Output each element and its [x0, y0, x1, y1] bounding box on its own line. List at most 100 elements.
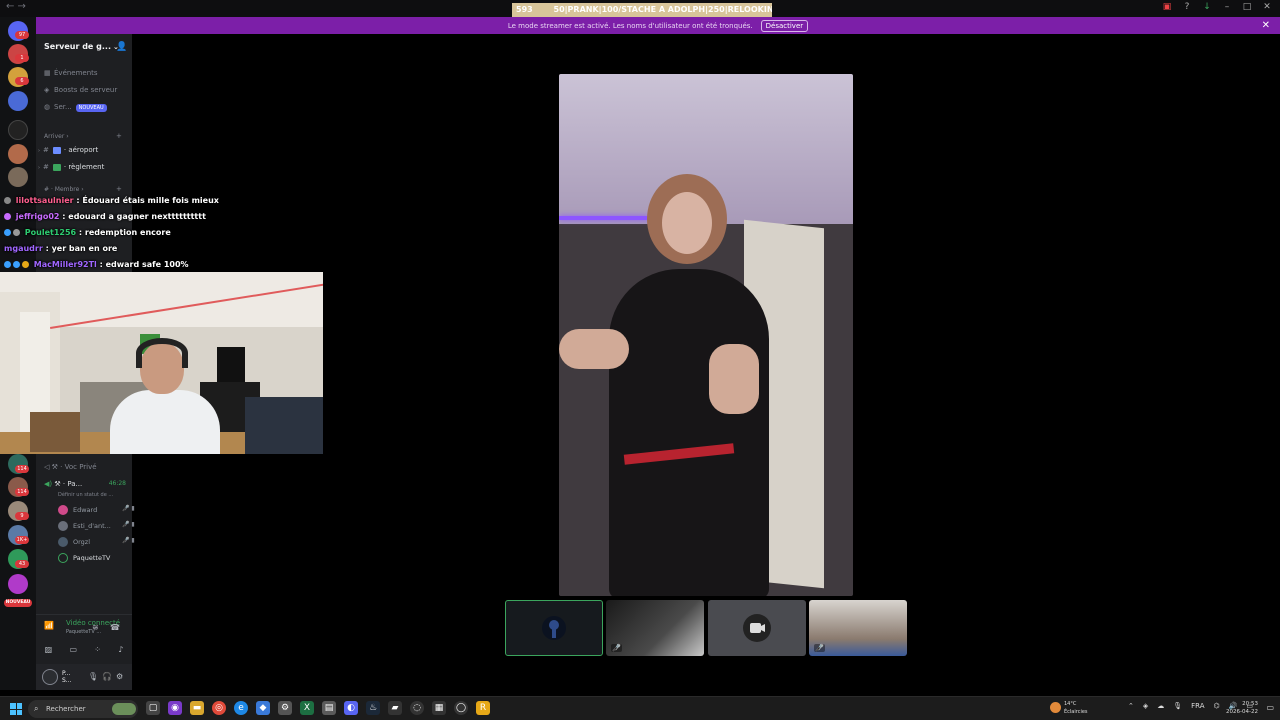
discord-icon[interactable]: ◐ [344, 701, 358, 715]
task-view-icon[interactable]: ▢ [146, 701, 160, 715]
voice-channel[interactable]: ◀) ⚒ · Pa... 46:28 [44, 480, 130, 488]
chat-text: yer ban en ore [51, 244, 118, 253]
close-window-icon[interactable]: ✕ [1262, 2, 1272, 12]
microphone-icon[interactable]: 🎙 [88, 672, 98, 681]
mic-icon[interactable]: 🎙 [1173, 702, 1182, 710]
server-icon[interactable] [8, 574, 28, 594]
store-icon[interactable]: ▤ [322, 701, 336, 715]
server-icon[interactable] [8, 167, 28, 187]
weather-widget[interactable]: 14°C Éclaircies [1050, 700, 1088, 716]
app-icon[interactable]: ◉ [168, 701, 182, 715]
voice-controls: ▨ ▭ ⁘ ♪ [36, 640, 132, 658]
chat-username: MacMiller92Tl [33, 260, 97, 269]
close-banner-icon[interactable]: ✕ [1262, 20, 1270, 31]
server-icon[interactable] [8, 91, 28, 111]
voice-user[interactable]: Esti_d'ant... 🎤̸ ▮ [58, 521, 135, 531]
video-person-arm [709, 344, 759, 414]
windows-start-icon[interactable] [10, 703, 22, 715]
user-name-text: P... [62, 670, 71, 677]
category-membre[interactable]: # · Membre › [44, 186, 84, 193]
new-badge: NOUVEAU [4, 599, 32, 607]
add-channel-icon[interactable]: + [116, 185, 122, 193]
add-channel-icon[interactable]: + [116, 132, 122, 140]
chevron-up-icon[interactable]: ⌃ [1128, 702, 1134, 710]
edge-icon[interactable]: e [234, 701, 248, 715]
channel-reglement[interactable]: › # · règlement [38, 163, 104, 171]
participant-tile[interactable] [708, 600, 806, 656]
streamer-mode-text: Le mode streamer est activé. Les noms d'… [507, 21, 753, 30]
noise-suppression-icon[interactable]: ≋ [92, 623, 99, 632]
network-icon[interactable]: ◈ [1143, 702, 1148, 710]
badge-icon [4, 261, 11, 268]
cloud-icon[interactable]: ☁ [1157, 702, 1164, 710]
muted-camera-icon: 🎤̸ ▮ [122, 521, 135, 528]
minimize-icon[interactable]: – [1222, 2, 1232, 12]
hammer-icon: ⚒ [51, 463, 58, 471]
excel-icon[interactable]: X [300, 701, 314, 715]
server-icon[interactable] [8, 120, 28, 140]
settings-icon[interactable]: ⚙ [278, 701, 292, 715]
clock[interactable]: 20:53 2026-04-22 [1226, 700, 1258, 716]
main-video-feed[interactable] [559, 74, 853, 596]
video-person-dress [609, 269, 769, 596]
server-icon[interactable] [8, 144, 28, 164]
voice-user[interactable]: Orgzl 🎤̸ ▮ [58, 537, 135, 547]
streamer-webcam [0, 272, 323, 454]
check-emoji-icon [52, 163, 61, 171]
webcam-streamer-body [110, 390, 220, 454]
app-icon[interactable]: ▰ [388, 701, 402, 715]
notification-badge: 1 [15, 54, 29, 62]
maximize-icon[interactable]: □ [1242, 2, 1252, 12]
headset-icon [136, 338, 188, 368]
participant-tile[interactable]: 🎤̸ [606, 600, 704, 656]
back-arrow-icon[interactable]: ← → [6, 1, 26, 12]
soundboard-icon[interactable]: ♪ [118, 645, 123, 654]
language-indicator[interactable]: FRA [1191, 702, 1204, 710]
inbox-icon[interactable]: ▣ [1162, 2, 1172, 12]
signal-icon[interactable]: 📶 [44, 621, 54, 630]
gear-icon[interactable]: ⚙ [116, 672, 123, 681]
participant-tile[interactable] [505, 600, 603, 656]
obs-icon[interactable]: ◌ [410, 701, 424, 715]
notification-badge: 6 [15, 77, 29, 85]
download-icon[interactable]: ↓ [1202, 2, 1212, 12]
voice-category[interactable]: ◁ ⚒ · Voc Privé [44, 463, 97, 471]
voice-user[interactable]: Edward 🎤̸ ▮ [58, 505, 135, 515]
voice-user-name: Esti_d'ant... [73, 522, 111, 530]
app-icon[interactable]: ◯ [454, 701, 468, 715]
events-item[interactable]: ▦ Événements [44, 69, 98, 77]
channel-aeroport[interactable]: › # · aéroport [38, 146, 98, 154]
muted-camera-icon: 🎤̸ ▮ [122, 505, 135, 512]
participant-tile[interactable]: 🎤̸ [809, 600, 907, 656]
caret-icon: › [38, 165, 40, 171]
headphones-icon[interactable]: 🎧 [102, 672, 112, 681]
server-guide-item[interactable]: ◍ Ser... NOUVEAU [44, 103, 107, 112]
weather-desc: Éclaircies [1064, 709, 1088, 715]
boosts-item[interactable]: ◈ Boosts de serveur [44, 86, 117, 94]
steam-icon[interactable]: ♨ [366, 701, 380, 715]
server-header[interactable]: Serveur de g... ⌄ [44, 42, 119, 51]
category-label: Membre [54, 186, 80, 193]
add-member-icon[interactable]: 👤 [116, 42, 127, 52]
app-icon[interactable]: ◆ [256, 701, 270, 715]
file-explorer-icon[interactable]: ▬ [190, 701, 204, 715]
app-icon[interactable]: R [476, 701, 490, 715]
category-arriver[interactable]: Arriver › [44, 133, 69, 140]
user-panel: P... S... 🎙 🎧 ⚙ [36, 664, 132, 690]
notification-icon[interactable]: ▭ [1266, 703, 1274, 712]
app-icon[interactable]: ▦ [432, 701, 446, 715]
camera-off-icon[interactable]: ▨ [45, 645, 53, 654]
wifi-icon[interactable]: ⌬ [1214, 702, 1220, 710]
user-status-text: S... [62, 677, 72, 684]
activities-icon[interactable]: ⁘ [94, 645, 101, 654]
disconnect-icon[interactable]: ☎ [110, 623, 120, 632]
taskbar-search[interactable]: ⌕ Rechercher [28, 700, 138, 718]
help-icon[interactable]: ? [1182, 2, 1192, 12]
disable-streamer-mode-button[interactable]: Désactiver [760, 19, 809, 32]
screen-share-icon[interactable]: ▭ [69, 645, 77, 654]
boost-icon: ◈ [44, 86, 50, 94]
chrome-icon[interactable]: ◎ [212, 701, 226, 715]
voice-user[interactable]: PaquetteTV [58, 553, 110, 563]
voice-status[interactable]: Définir un statut de ... [58, 492, 113, 498]
user-avatar[interactable] [42, 669, 58, 685]
